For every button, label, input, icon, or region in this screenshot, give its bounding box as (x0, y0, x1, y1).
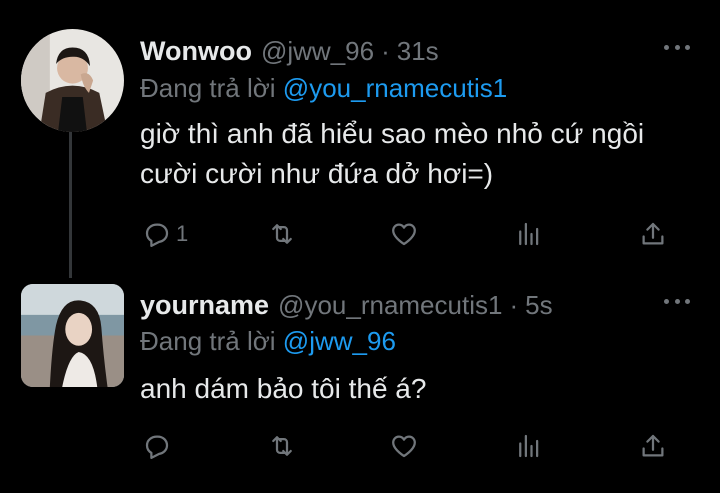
separator-dot: · (509, 290, 519, 320)
stats-icon (519, 434, 539, 458)
share-button[interactable] (638, 429, 668, 463)
user-handle[interactable]: @you_rnamecutis1 (278, 290, 502, 321)
avatar[interactable] (21, 284, 124, 387)
reply-button[interactable] (142, 429, 176, 463)
action-bar (140, 429, 680, 463)
retweet-icon (272, 436, 292, 456)
like-icon (392, 435, 416, 458)
like-button[interactable] (389, 429, 419, 463)
tweet-header: yourname @you_rnamecutis1 · 5s (140, 290, 553, 321)
replying-to-label: Đang trả lời (140, 326, 276, 356)
replying-to: Đang trả lời @jww_96 (140, 326, 396, 357)
reply-icon (145, 435, 169, 459)
more-icon (664, 298, 669, 304)
tweet-text: anh dám bảo tôi thế á? (140, 373, 427, 404)
retweet-button[interactable] (267, 429, 297, 463)
more-options-button[interactable] (664, 296, 690, 306)
display-name[interactable]: yourname (140, 290, 269, 321)
analytics-button[interactable] (514, 429, 544, 463)
tweet[interactable]: yourname @you_rnamecutis1 · 5s Đang trả … (0, 0, 720, 493)
mention-link[interactable]: @jww_96 (283, 326, 396, 356)
share-icon (642, 434, 664, 457)
timestamp[interactable]: 5s (525, 290, 552, 321)
